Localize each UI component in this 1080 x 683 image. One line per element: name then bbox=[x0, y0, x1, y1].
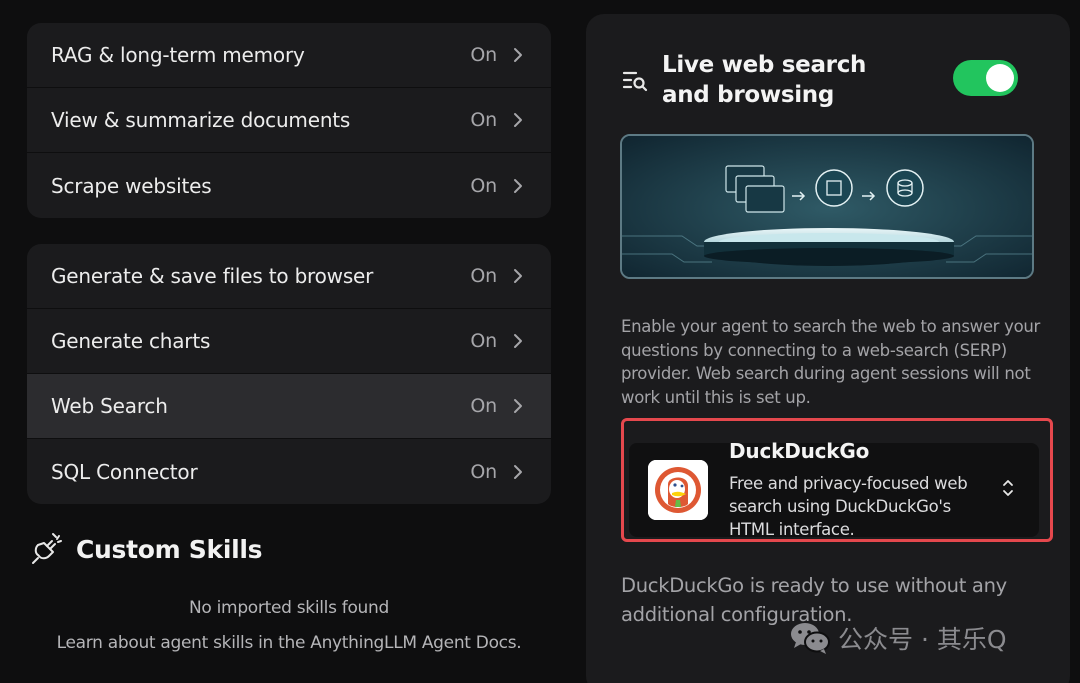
skills-group-default: RAG & long-term memory On View & summari… bbox=[27, 23, 551, 218]
skill-row-web-search[interactable]: Web Search On bbox=[27, 374, 551, 439]
search-provider-select[interactable]: DuckDuckGo Free and privacy-focused web … bbox=[629, 439, 1039, 539]
chevron-right-icon bbox=[513, 177, 527, 195]
skill-row-summarize-documents[interactable]: View & summarize documents On bbox=[27, 88, 551, 153]
search-list-icon bbox=[622, 68, 648, 94]
skill-status: On bbox=[470, 395, 497, 417]
hero-illustration bbox=[620, 134, 1034, 279]
chevron-right-icon bbox=[513, 46, 527, 64]
toggle-knob bbox=[986, 64, 1014, 92]
skill-label: RAG & long-term memory bbox=[51, 43, 305, 67]
skill-label: SQL Connector bbox=[51, 459, 198, 484]
provider-highlight-box: DuckDuckGo Free and privacy-focused web … bbox=[621, 418, 1053, 542]
skill-row-scrape-websites[interactable]: Scrape websites On bbox=[27, 153, 551, 218]
watermark: 公众号 · 其乐Q bbox=[790, 620, 1007, 656]
chevron-right-icon bbox=[513, 397, 527, 415]
chevron-right-icon bbox=[513, 267, 527, 285]
chevron-right-icon bbox=[513, 463, 527, 481]
skill-status: On bbox=[470, 460, 497, 483]
wechat-icon bbox=[790, 621, 830, 655]
empty-skills-message: No imported skills found bbox=[189, 598, 389, 618]
skill-status: On bbox=[470, 330, 497, 352]
skill-row-rag-memory[interactable]: RAG & long-term memory On bbox=[27, 23, 551, 88]
agent-docs-link[interactable]: Learn about agent skills in the Anything… bbox=[27, 633, 551, 653]
skill-status: On bbox=[470, 174, 497, 197]
panel-header: Live web search and browsing bbox=[622, 50, 912, 110]
watermark-text: 公众号 · 其乐Q bbox=[838, 625, 1007, 654]
chevron-right-icon bbox=[513, 332, 527, 350]
skill-status: On bbox=[470, 265, 497, 287]
chevron-right-icon bbox=[513, 111, 527, 129]
skill-label: View & summarize documents bbox=[51, 108, 351, 132]
duckduckgo-logo-icon bbox=[648, 460, 708, 520]
custom-skills-header: Custom Skills bbox=[30, 532, 263, 566]
skill-row-sql-connector[interactable]: SQL Connector On bbox=[27, 439, 551, 504]
skill-label: Scrape websites bbox=[51, 173, 212, 198]
provider-description: Free and privacy-focused web search usin… bbox=[729, 474, 968, 539]
skill-status: On bbox=[470, 44, 497, 66]
skills-group-configurable: Generate & save files to browser On Gene… bbox=[27, 244, 551, 504]
web-search-toggle[interactable] bbox=[953, 60, 1018, 96]
skill-label: Generate & save files to browser bbox=[51, 264, 374, 288]
plug-icon bbox=[30, 532, 64, 566]
web-search-description: Enable your agent to search the web to a… bbox=[621, 317, 1041, 407]
skill-label: Generate charts bbox=[51, 329, 211, 353]
skill-status: On bbox=[470, 109, 497, 131]
custom-skills-title: Custom Skills bbox=[76, 534, 263, 564]
chevron-up-down-icon bbox=[1001, 477, 1015, 499]
skill-row-save-files[interactable]: Generate & save files to browser On bbox=[27, 244, 551, 309]
skill-label: Web Search bbox=[51, 394, 168, 418]
provider-name: DuckDuckGo bbox=[729, 439, 870, 463]
web-search-settings-panel: Live web search and browsing Enable your… bbox=[586, 14, 1070, 683]
panel-title: Live web search and browsing bbox=[662, 52, 867, 108]
skill-row-generate-charts[interactable]: Generate charts On bbox=[27, 309, 551, 374]
